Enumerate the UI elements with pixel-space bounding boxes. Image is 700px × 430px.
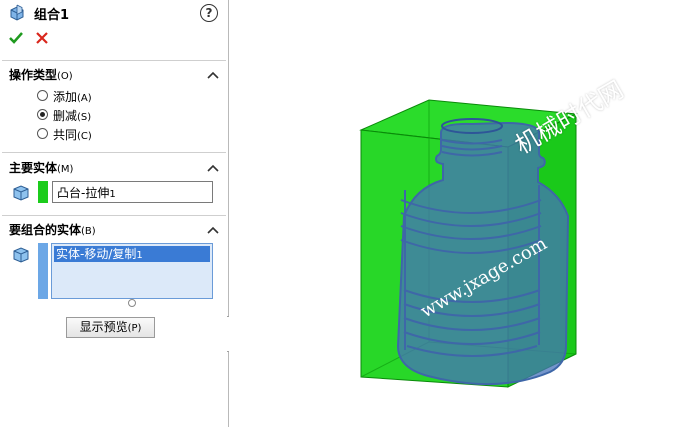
main-body-section-title[interactable]: 主要实体(M) [9, 159, 73, 176]
close-icon[interactable] [34, 30, 50, 46]
main-body-title: 主要实体 [9, 161, 58, 175]
tool-body-color-bar [38, 243, 48, 299]
main-body-title-key: (M) [57, 164, 74, 175]
divider [2, 215, 226, 216]
divider [2, 152, 226, 153]
solid-body-icon [13, 247, 29, 263]
graphics-viewport[interactable]: 机械时代网 www.jxage.com [229, 0, 700, 427]
check-icon[interactable] [8, 30, 24, 46]
list-item-label: 实体-移动/复制 [56, 247, 137, 261]
list-item[interactable]: 实体-移动/复制1 [54, 246, 210, 262]
main-body-value: 凸台-拉伸 [57, 186, 110, 200]
solid-body-icon [13, 185, 29, 201]
operation-section-title[interactable]: 操作类型(O) [9, 66, 73, 83]
help-icon[interactable]: ? [200, 4, 218, 22]
radio-subtract-dot[interactable] [37, 109, 48, 120]
chevron-up-icon[interactable] [207, 70, 219, 80]
feature-header: 组合1 ? [0, 0, 229, 26]
model-view[interactable]: 机械时代网 www.jxage.com [229, 0, 700, 427]
show-preview-label: 显示预览 [79, 320, 128, 334]
bodies-title: 要组合的实体 [9, 223, 82, 237]
show-preview-button[interactable]: 显示预览(P) [66, 317, 155, 338]
radio-add-dot[interactable] [37, 90, 48, 101]
feature-title: 组合1 [34, 8, 70, 23]
divider [2, 60, 226, 61]
main-body-color-swatch [38, 181, 48, 203]
listbox-resize-handle[interactable] [128, 299, 136, 307]
radio-common-label: 共同(C) [53, 128, 92, 142]
radio-subtract-label: 删减(S) [53, 109, 92, 123]
chevron-up-icon[interactable] [207, 163, 219, 173]
bodies-title-key: (B) [81, 226, 96, 237]
list-item-suffix: 1 [136, 250, 143, 261]
operation-title: 操作类型 [9, 68, 58, 82]
bodies-listbox[interactable]: 实体-移动/复制1 [51, 243, 213, 299]
radio-common-dot[interactable] [37, 128, 48, 139]
radio-add-label: 添加(A) [53, 90, 92, 104]
main-body-field[interactable]: 凸台-拉伸1 [52, 181, 213, 203]
property-manager-panel: 组合1 ? 操作类型(O) 添加(A) 删减(S) 共同(C) 主要实体(M) … [0, 0, 229, 427]
combine-feature-icon [10, 4, 24, 21]
main-body-value-suffix: 1 [109, 189, 116, 200]
bodies-section-title[interactable]: 要组合的实体(B) [9, 221, 96, 238]
show-preview-key: (P) [127, 323, 142, 334]
chevron-up-icon[interactable] [207, 225, 219, 235]
operation-title-key: (O) [57, 71, 73, 82]
